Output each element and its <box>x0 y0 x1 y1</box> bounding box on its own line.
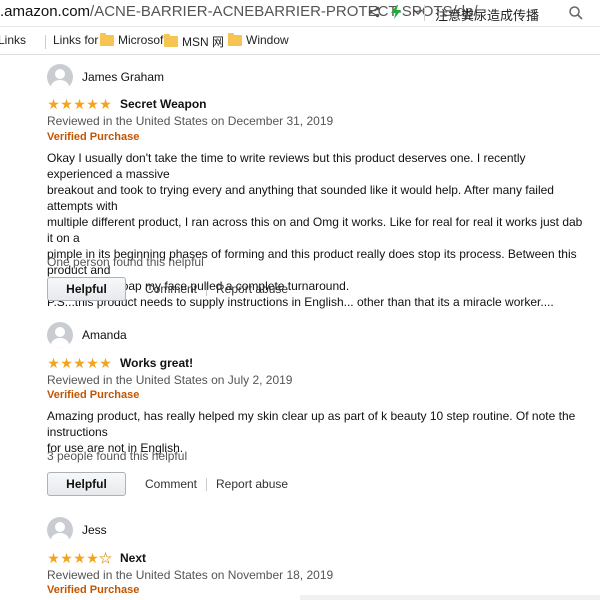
review-actions: Helpful Comment Report abuse <box>47 472 297 496</box>
review-title-row: ★ ★ ★ ★ ★ Secret Weapon <box>47 97 206 111</box>
bookmark-label: Links <box>0 33 27 47</box>
star-icon: ★ <box>99 96 112 112</box>
avatar <box>47 322 73 348</box>
review-body-line: Okay I usually don't take the time to wr… <box>47 151 526 181</box>
star-icon: ★ <box>86 550 99 566</box>
search-icon[interactable] <box>568 5 584 21</box>
helpful-count: 3 people found this helpful <box>47 449 188 463</box>
star-rating[interactable]: ★ ★ ★ ★ ★ <box>47 550 112 566</box>
bookmark-microsoft[interactable]: Microsof <box>100 32 164 47</box>
review-actions: Helpful Comment Report abuse <box>47 277 297 301</box>
reviewer-profile[interactable]: Jess <box>47 517 107 543</box>
report-abuse-link[interactable]: Report abuse <box>207 477 297 491</box>
review-body-line: multiple different product, I ran across… <box>47 215 583 245</box>
bookmark-label: Microsof <box>118 33 164 47</box>
star-icon: ★ <box>47 550 60 566</box>
bookmark-windows[interactable]: Window <box>228 32 289 47</box>
helpful-button[interactable]: Helpful <box>47 277 126 301</box>
verified-purchase-badge: Verified Purchase <box>47 131 140 143</box>
verified-purchase-badge: Verified Purchase <box>47 584 140 596</box>
avatar <box>47 517 73 543</box>
bookmark-divider <box>45 35 46 49</box>
star-icon: ★ <box>86 96 99 112</box>
status-strip <box>300 595 600 600</box>
comment-link[interactable]: Comment <box>136 477 206 491</box>
bookmark-label: Links for <box>53 33 99 47</box>
star-icon: ★ <box>73 355 86 371</box>
folder-icon <box>228 32 242 46</box>
avatar <box>47 64 73 90</box>
address-bar-divider <box>424 5 425 21</box>
reviewer-name: Jess <box>82 523 107 537</box>
review-title[interactable]: Secret Weapon <box>120 97 206 111</box>
star-icon: ★ <box>73 550 86 566</box>
review-title-row: ★ ★ ★ ★ ★ Works great! <box>47 356 193 370</box>
verified-purchase-badge: Verified Purchase <box>47 389 140 401</box>
review-title[interactable]: Works great! <box>120 356 193 370</box>
star-empty-icon: ★ <box>99 550 112 566</box>
bookmarks-bar: Links Links for Microsof MSN 网 Window <box>0 28 600 55</box>
bookmark-msn[interactable]: MSN 网 <box>164 33 224 50</box>
star-icon: ★ <box>47 96 60 112</box>
bookmark-label: MSN 网 <box>182 35 225 49</box>
review-body-line: Amazing product, has really helped my sk… <box>47 409 576 439</box>
reviewer-name: James Graham <box>82 70 165 84</box>
bookmark-label: Window <box>246 33 289 47</box>
review-title[interactable]: Next <box>120 551 146 565</box>
bookmark-links[interactable]: Links <box>0 33 26 47</box>
report-abuse-link[interactable]: Report abuse <box>207 282 297 296</box>
url-host: .amazon.com <box>0 3 91 20</box>
star-icon: ★ <box>60 96 73 112</box>
folder-icon <box>100 32 114 46</box>
star-icon: ★ <box>60 550 73 566</box>
address-bar-icons <box>366 4 426 20</box>
star-icon: ★ <box>73 96 86 112</box>
review-title-row: ★ ★ ★ ★ ★ Next <box>47 550 146 566</box>
star-rating[interactable]: ★ ★ ★ ★ ★ <box>47 356 112 370</box>
review-body-line: breakout and took to trying every and an… <box>47 183 554 213</box>
reviewer-profile[interactable]: James Graham <box>47 64 164 90</box>
star-rating[interactable]: ★ ★ ★ ★ ★ <box>47 97 112 111</box>
browser-search-input[interactable]: 注意粪尿造成传播 <box>435 5 539 24</box>
review-date: Reviewed in the United States on July 2,… <box>47 373 293 387</box>
reviewer-name: Amanda <box>82 328 127 342</box>
reviewer-profile[interactable]: Amanda <box>47 322 127 348</box>
review-date: Reviewed in the United States on Novembe… <box>47 568 334 582</box>
helpful-button[interactable]: Helpful <box>47 472 126 496</box>
star-icon: ★ <box>47 355 60 371</box>
comment-link[interactable]: Comment <box>136 282 206 296</box>
browser-window: .amazon.com/ACNE-BARRIER-ACNEBARRIER-PRO… <box>0 0 600 600</box>
star-icon: ★ <box>60 355 73 371</box>
review-date: Reviewed in the United States on Decembe… <box>47 114 334 128</box>
helpful-count: One person found this helpful <box>47 255 204 269</box>
folder-icon <box>164 34 178 47</box>
share-icon[interactable] <box>366 4 382 20</box>
star-icon: ★ <box>99 355 112 371</box>
star-icon: ★ <box>86 355 99 371</box>
address-bar: .amazon.com/ACNE-BARRIER-ACNEBARRIER-PRO… <box>0 0 600 27</box>
bolt-icon[interactable] <box>388 4 404 20</box>
bookmark-links-for[interactable]: Links for <box>53 33 98 47</box>
